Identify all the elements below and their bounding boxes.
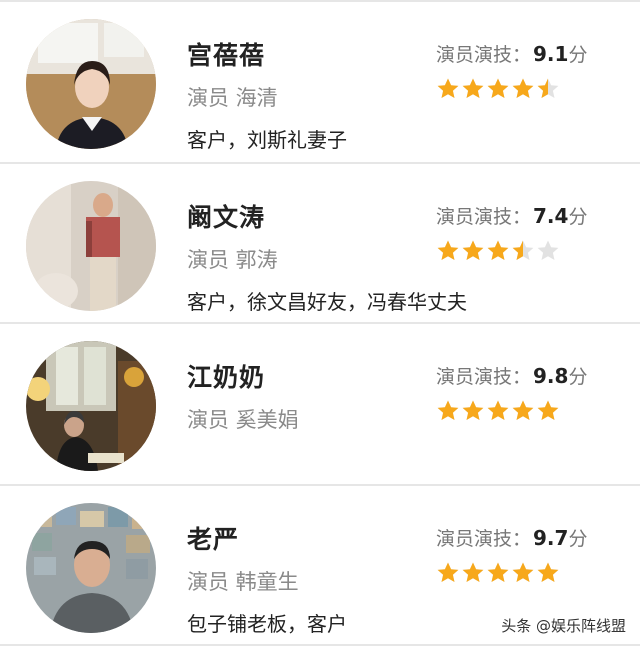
character-description: 包子铺老板，客户 <box>187 612 347 636</box>
score-unit: 分 <box>568 528 588 550</box>
actor-credit: 演员 郭涛 <box>187 248 278 272</box>
star-icon <box>537 562 559 582</box>
star-rating <box>436 560 561 586</box>
acting-rating: 演员演技： 9.1分 <box>436 40 587 67</box>
stars-svg <box>437 400 559 420</box>
rating-score: 7.4 <box>533 204 569 228</box>
stars-svg <box>437 78 559 98</box>
star-rating <box>436 76 561 102</box>
rating-label: 演员演技： <box>436 44 532 66</box>
star-icon <box>437 78 459 98</box>
acting-rating: 演员演技： 9.8分 <box>436 362 587 389</box>
stars-svg <box>437 240 559 260</box>
star-rating <box>436 238 561 264</box>
rating-score: 9.8 <box>533 364 569 388</box>
stars-svg <box>437 562 559 582</box>
actor-credit: 演员 韩童生 <box>187 570 299 594</box>
character-name: 宫蓓蓓 <box>187 41 266 70</box>
score-unit: 分 <box>568 44 588 66</box>
actor-credit: 演员 奚美娟 <box>187 408 299 432</box>
star-icon <box>487 400 509 420</box>
character-card-gong-beibei[interactable]: 宫蓓蓓 演员 海清 客户，刘斯礼妻子 演员演技： 9.1分 <box>0 2 640 162</box>
star-icon <box>512 562 534 582</box>
watermark: 头条 @娱乐阵线盟 <box>501 617 626 635</box>
star-icon <box>487 562 509 582</box>
acting-rating: 演员演技： 9.7分 <box>436 524 587 551</box>
star-icon <box>487 240 509 260</box>
character-name: 阚文涛 <box>187 203 266 232</box>
character-name: 江奶奶 <box>187 363 266 392</box>
rating-score: 9.7 <box>533 526 569 550</box>
divider <box>0 644 640 646</box>
rating-label: 演员演技： <box>436 528 532 550</box>
avatar <box>26 19 156 149</box>
star-icon <box>487 78 509 98</box>
acting-rating: 演员演技： 7.4分 <box>436 202 587 229</box>
star-icon <box>437 240 459 260</box>
character-description: 客户，刘斯礼妻子 <box>187 128 347 152</box>
rating-score: 9.1 <box>533 42 569 66</box>
avatar <box>26 341 156 471</box>
star-icon <box>462 400 484 420</box>
score-unit: 分 <box>568 366 588 388</box>
star-icon <box>462 562 484 582</box>
star-icon <box>462 78 484 98</box>
star-icon <box>462 240 484 260</box>
character-name: 老严 <box>187 525 240 554</box>
rating-label: 演员演技： <box>436 206 532 228</box>
star-icon <box>512 400 534 420</box>
avatar <box>26 503 156 633</box>
avatar <box>26 181 156 311</box>
score-unit: 分 <box>568 206 588 228</box>
star-icon <box>512 78 534 98</box>
star-icon <box>512 240 534 260</box>
character-card-kan-wentao[interactable]: 阚文涛 演员 郭涛 客户，徐文昌好友，冯春华丈夫 演员演技： 7.4分 <box>0 164 640 324</box>
rating-label: 演员演技： <box>436 366 532 388</box>
character-description: 客户，徐文昌好友，冯春华丈夫 <box>187 290 467 314</box>
star-icon <box>537 240 559 260</box>
actor-credit: 演员 海清 <box>187 86 278 110</box>
star-icon <box>437 562 459 582</box>
star-icon <box>537 400 559 420</box>
star-rating <box>436 398 561 424</box>
character-card-jiang-nainai[interactable]: 江奶奶 演员 奚美娟 演员演技： 9.8分 <box>0 324 640 484</box>
star-icon <box>537 78 559 98</box>
star-icon <box>437 400 459 420</box>
